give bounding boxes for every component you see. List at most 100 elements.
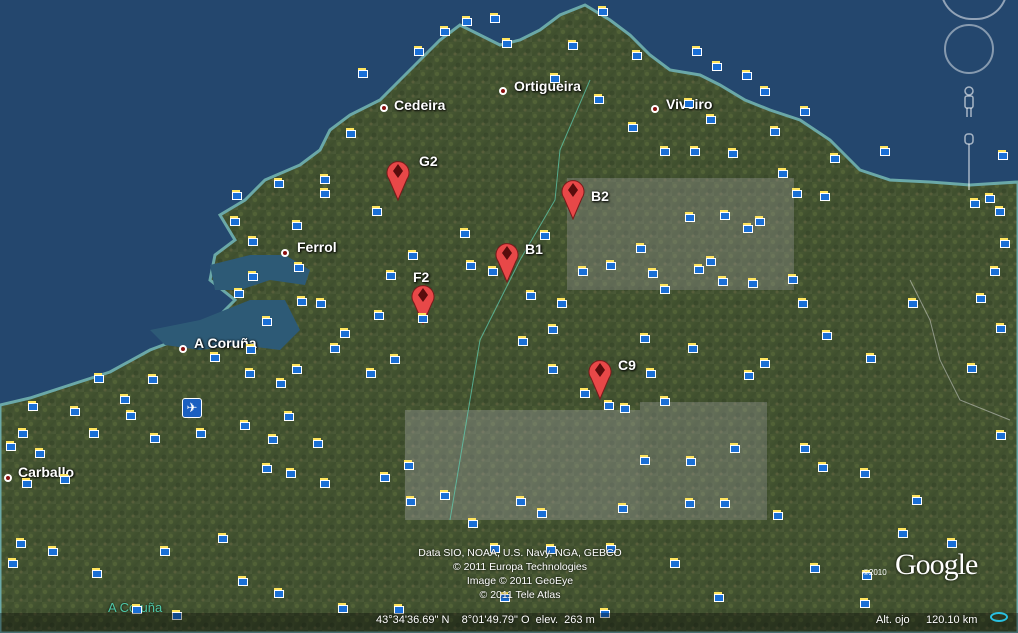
placemark-icon[interactable] [712, 61, 722, 71]
placemark-label-g2[interactable]: G2 [419, 153, 438, 169]
placemark-icon[interactable] [338, 603, 348, 613]
placemark-icon[interactable] [238, 576, 248, 586]
placemark-icon[interactable] [460, 228, 470, 238]
placemark-icon[interactable] [685, 212, 695, 222]
placemark-icon[interactable] [274, 178, 284, 188]
placemark-label-c9[interactable]: C9 [618, 357, 636, 373]
placemark-icon[interactable] [755, 216, 765, 226]
placemark-icon[interactable] [880, 146, 890, 156]
placemark-icon[interactable] [788, 274, 798, 284]
placemark-icon[interactable] [744, 370, 754, 380]
placemark-icon[interactable] [660, 284, 670, 294]
placemark-icon[interactable] [313, 438, 323, 448]
placemark-icon[interactable] [660, 396, 670, 406]
placemark-icon[interactable] [320, 478, 330, 488]
city-label-ferrol[interactable]: Ferrol [297, 239, 337, 255]
placemark-icon[interactable] [548, 324, 558, 334]
placemark-icon[interactable] [598, 6, 608, 16]
placemark-icon[interactable] [798, 298, 808, 308]
zoom-slider-icon[interactable] [963, 132, 975, 192]
placemark-icon[interactable] [976, 293, 986, 303]
placemark-icon[interactable] [18, 428, 28, 438]
placemark-icon[interactable] [648, 268, 658, 278]
placemark-icon[interactable] [743, 223, 753, 233]
placemark-icon[interactable] [408, 250, 418, 260]
placemark-icon[interactable] [89, 428, 99, 438]
placemark-icon[interactable] [970, 198, 980, 208]
placemark-icon[interactable] [8, 558, 18, 568]
placemark-icon[interactable] [120, 394, 130, 404]
placemark-icon[interactable] [516, 496, 526, 506]
placemark-icon[interactable] [646, 368, 656, 378]
city-label-ortigueira[interactable]: Ortigueira [514, 78, 581, 94]
placemark-icon[interactable] [380, 472, 390, 482]
placemark-icon[interactable] [636, 243, 646, 253]
placemark-icon[interactable] [358, 68, 368, 78]
placemark-icon[interactable] [1000, 238, 1010, 248]
city-dot-a-coruna[interactable] [179, 345, 187, 353]
placemark-icon[interactable] [830, 153, 840, 163]
placemark-icon[interactable] [967, 363, 977, 373]
placemark-icon[interactable] [22, 478, 32, 488]
placemark-icon[interactable] [297, 296, 307, 306]
placemark-icon[interactable] [246, 344, 256, 354]
placemark-icon[interactable] [232, 190, 242, 200]
map-view[interactable]: A Coruña Cedeira Ortigueira Viveiro Ferr… [0, 0, 1018, 633]
placemark-icon[interactable] [770, 126, 780, 136]
placemark-icon[interactable] [810, 563, 820, 573]
placemark-icon[interactable] [718, 276, 728, 286]
placemark-icon[interactable] [620, 403, 630, 413]
placemark-icon[interactable] [720, 498, 730, 508]
placemark-icon[interactable] [48, 546, 58, 556]
placemark-icon[interactable] [262, 463, 272, 473]
placemark-icon[interactable] [414, 46, 424, 56]
placemark-icon[interactable] [245, 368, 255, 378]
placemark-icon[interactable] [234, 288, 244, 298]
placemark-icon[interactable] [578, 266, 588, 276]
placemark-icon[interactable] [684, 98, 694, 108]
placemark-icon[interactable] [548, 364, 558, 374]
placemark-icon[interactable] [126, 410, 136, 420]
placemark-icon[interactable] [773, 510, 783, 520]
placemark-icon[interactable] [320, 188, 330, 198]
city-dot-cedeira[interactable] [380, 104, 388, 112]
placemark-icon[interactable] [60, 474, 70, 484]
placemark-icon[interactable] [640, 455, 650, 465]
placemark-icon[interactable] [550, 73, 560, 83]
placemark-icon[interactable] [985, 193, 995, 203]
placemark-icon[interactable] [28, 401, 38, 411]
placemark-icon[interactable] [660, 146, 670, 156]
placemark-icon[interactable] [248, 271, 258, 281]
pegman-icon[interactable] [962, 86, 976, 118]
placemark-icon[interactable] [276, 378, 286, 388]
placemark-label-b2[interactable]: B2 [591, 188, 609, 204]
placemark-icon[interactable] [998, 150, 1008, 160]
placemark-icon[interactable] [218, 533, 228, 543]
placemark-icon[interactable] [292, 364, 302, 374]
placemark-icon[interactable] [316, 298, 326, 308]
placemark-icon[interactable] [6, 441, 16, 451]
placemark-icon[interactable] [685, 498, 695, 508]
placemark-icon[interactable] [292, 220, 302, 230]
placemark-label-f2[interactable]: F2 [413, 269, 429, 285]
placemark-icon[interactable] [760, 358, 770, 368]
placemark-icon[interactable] [330, 343, 340, 353]
look-icon[interactable] [944, 24, 994, 74]
placemark-icon[interactable] [440, 490, 450, 500]
placemark-icon[interactable] [94, 373, 104, 383]
placemark-icon[interactable] [372, 206, 382, 216]
placemark-icon[interactable] [742, 70, 752, 80]
placemark-icon[interactable] [800, 106, 810, 116]
placemark-icon[interactable] [196, 428, 206, 438]
placemark-icon[interactable] [518, 336, 528, 346]
placemark-icon[interactable] [792, 188, 802, 198]
placemark-icon[interactable] [996, 323, 1006, 333]
city-label-cedeira[interactable]: Cedeira [394, 97, 445, 113]
placemark-icon[interactable] [820, 191, 830, 201]
placemark-icon[interactable] [294, 262, 304, 272]
placemark-icon[interactable] [728, 148, 738, 158]
placemark-icon[interactable] [990, 266, 1000, 276]
placemark-icon[interactable] [594, 94, 604, 104]
placemark-icon[interactable] [148, 374, 158, 384]
placemark-icon[interactable] [720, 210, 730, 220]
